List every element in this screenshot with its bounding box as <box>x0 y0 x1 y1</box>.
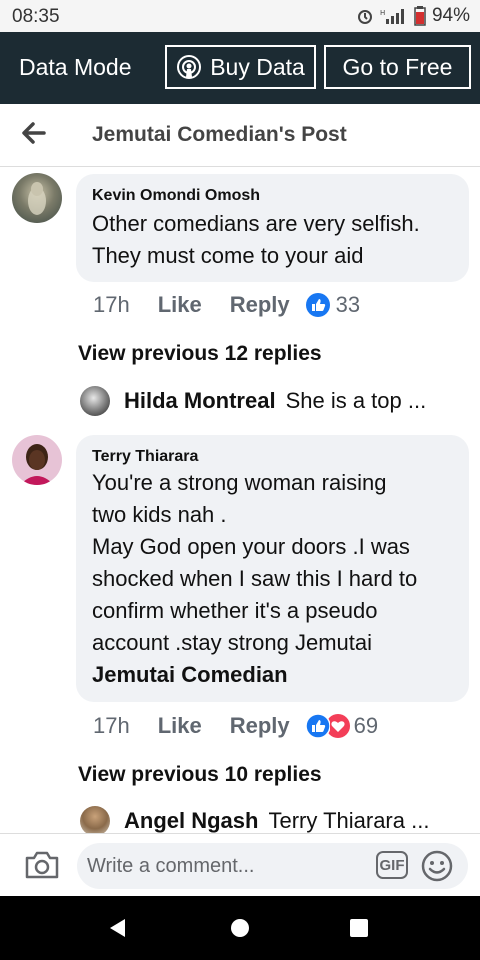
signal-icon: H <box>380 9 404 24</box>
nav-back-icon[interactable] <box>107 917 129 939</box>
comment-actions: 17h Like Reply 69 <box>93 713 378 739</box>
mention-tag[interactable]: Jemutai Comedian <box>92 659 417 691</box>
back-arrow-icon[interactable] <box>20 120 46 146</box>
comment-line: Other comedians are very selfish. <box>92 211 420 236</box>
comment-line: confirm whether it's a pseudo <box>92 598 378 623</box>
status-icons: H 94% <box>356 5 470 27</box>
alarm-icon <box>357 10 372 24</box>
reactions-summary[interactable]: 69 <box>305 713 379 739</box>
nav-home-icon[interactable] <box>229 917 251 939</box>
battery-icon <box>414 6 426 26</box>
comment-text: You're a strong woman raising two kids n… <box>92 467 417 691</box>
comment-author[interactable]: Kevin Omondi Omosh <box>92 187 260 205</box>
like-button[interactable]: Like <box>158 292 202 318</box>
nav-recents-icon[interactable] <box>348 917 370 939</box>
comment-input[interactable]: Write a comment... GIF <box>77 843 468 889</box>
gif-icon[interactable]: GIF <box>376 851 408 879</box>
reaction-count: 33 <box>335 292 361 317</box>
reply-text: She is a top ... <box>285 388 427 413</box>
comment-text: Other comedians are very selfish. They m… <box>92 208 420 272</box>
comment-line: You're a strong woman raising <box>92 470 387 495</box>
reply-author[interactable]: Angel Ngash <box>124 808 258 834</box>
comment-actions: 17h Like Reply 33 <box>93 292 360 318</box>
reply-text: Terry Thiarara ... <box>268 808 430 833</box>
status-time: 08:35 <box>12 6 60 27</box>
comment-time: 17h <box>93 713 130 738</box>
comment-composer: Write a comment... GIF <box>0 833 480 897</box>
reply-author[interactable]: Hilda Montreal <box>124 388 276 414</box>
system-nav-bar <box>0 896 480 960</box>
gif-label: GIF <box>379 856 405 874</box>
comment-line: two kids nah . <box>92 502 227 527</box>
reply-preview[interactable]: Hilda Montreal She is a top ... <box>80 386 426 416</box>
reply-button[interactable]: Reply <box>230 713 290 739</box>
camera-icon[interactable] <box>24 850 60 880</box>
page-title: Jemutai Comedian's Post <box>92 123 347 146</box>
view-previous-replies[interactable]: View previous 10 replies <box>78 763 322 787</box>
reply-button[interactable]: Reply <box>230 292 290 318</box>
comment-placeholder: Write a comment... <box>87 855 255 877</box>
comment-line: account .stay strong Jemutai <box>92 630 373 655</box>
comment-time: 17h <box>93 292 130 317</box>
go-to-free-label: Go to Free <box>342 53 453 80</box>
avatar[interactable] <box>80 806 110 836</box>
like-reaction-icon <box>305 293 330 317</box>
avatar[interactable] <box>80 386 110 416</box>
reaction-count: 69 <box>353 713 379 738</box>
go-to-free-button[interactable]: Go to Free <box>324 45 471 89</box>
buy-data-button[interactable]: Buy Data <box>165 45 316 89</box>
status-bar: 08:35 H 94% <box>0 0 480 32</box>
battery-percent: 94% <box>431 5 470 26</box>
comment-bubble[interactable]: Kevin Omondi Omosh Other comedians are v… <box>76 174 469 282</box>
avatar[interactable] <box>12 435 62 485</box>
comment-author[interactable]: Terry Thiarara <box>92 448 198 466</box>
avatar[interactable] <box>12 173 62 223</box>
data-mode-bar: Data Mode Buy Data Go to Free <box>0 32 480 104</box>
like-reaction-icon <box>305 714 330 738</box>
comment-line: shocked when I saw this I hard to <box>92 566 418 591</box>
buy-data-label: Buy Data <box>210 53 305 80</box>
emoji-icon[interactable] <box>421 850 453 882</box>
reply-preview[interactable]: Angel Ngash Terry Thiarara ... <box>80 806 429 836</box>
like-button[interactable]: Like <box>158 713 202 739</box>
reactions-summary[interactable]: 33 <box>305 292 361 318</box>
podcast-icon <box>177 55 202 79</box>
comment-bubble[interactable]: Terry Thiarara You're a strong woman rai… <box>76 435 469 702</box>
svg-text:H: H <box>380 9 385 17</box>
post-header: Jemutai Comedian's Post <box>0 104 480 167</box>
view-previous-replies[interactable]: View previous 12 replies <box>78 342 322 366</box>
data-mode-label: Data Mode <box>19 54 132 80</box>
comment-line: They must come to your aid <box>92 243 364 268</box>
comment-line: May God open your doors .I was <box>92 534 410 559</box>
